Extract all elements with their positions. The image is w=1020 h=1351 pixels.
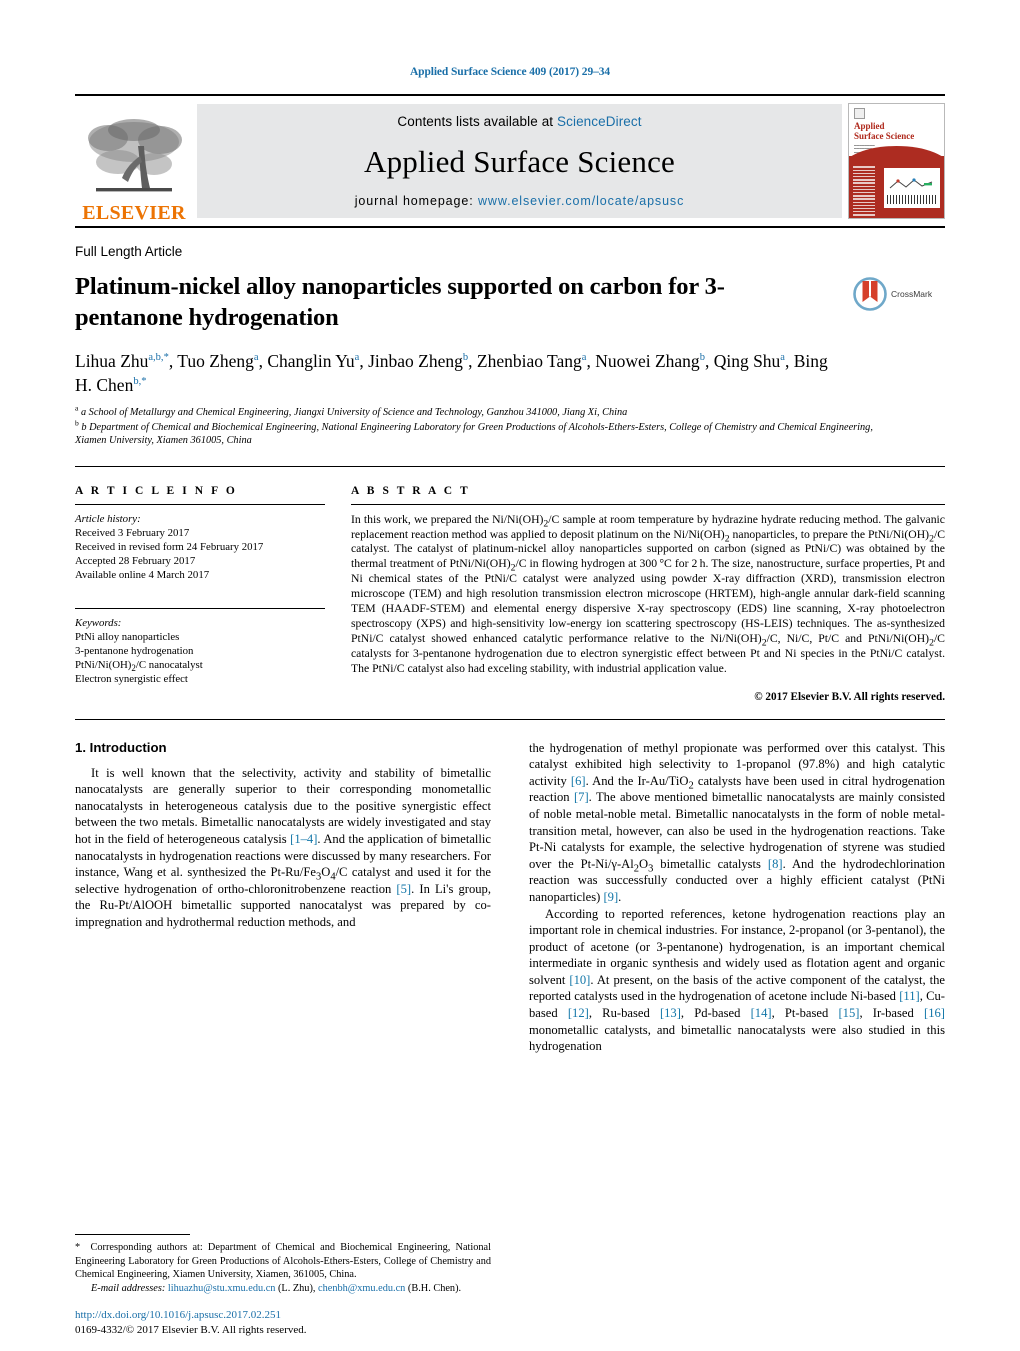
email-link-1[interactable]: lihuazhu@stu.xmu.edu.cn (168, 1283, 276, 1294)
homepage-url-link[interactable]: www.elsevier.com/locate/apsusc (478, 194, 684, 208)
keywords-block: Keywords: PtNi alloy nanoparticles 3-pent… (75, 616, 325, 686)
cover-figure-bars (887, 195, 937, 205)
paragraph: According to reported references, ketone… (529, 906, 945, 1054)
cover-bottom (849, 146, 944, 218)
cover-contents-lines (853, 166, 875, 217)
crossmark-icon (853, 277, 887, 311)
elsevier-logo: ELSEVIER (75, 96, 193, 226)
crossmark-badge[interactable]: CrossMark (853, 277, 947, 311)
divider-keywords (75, 607, 325, 609)
article-history: Article history: Received 3 February 201… (75, 512, 325, 582)
email-note: E-mail addresses: lihuazhu@stu.xmu.edu.c… (75, 1282, 491, 1295)
cover-title-line1: Applied (854, 121, 885, 131)
elsevier-tree-icon (88, 119, 182, 192)
crossmark-label: CrossMark (891, 289, 933, 299)
journal-masthead: ELSEVIER Contents lists available at Sci… (75, 94, 945, 228)
issn-copyright-line: 0169-4332/© 2017 Elsevier B.V. All right… (75, 1323, 307, 1336)
elsevier-wordmark: ELSEVIER (82, 202, 186, 224)
email-link-2[interactable]: chenbh@xmu.edu.cn (318, 1283, 405, 1294)
running-head: Applied Surface Science 409 (2017) 29–34 (409, 66, 611, 78)
affiliation-a: a a School of Metallurgy and Chemical En… (75, 403, 895, 419)
email-owner-1: (L. Zhu), (278, 1282, 316, 1294)
copyright-line: © 2017 Elsevier B.V. All rights reserved… (754, 690, 945, 703)
info-abstract-block: A R T I C L E I N F O Article history: R… (75, 485, 945, 703)
divider-below-abstract (75, 718, 945, 720)
keywords-list: PtNi alloy nanoparticles 3-pentanone hydr… (75, 630, 203, 685)
email-owner-2: (B.H. Chen). (407, 1282, 462, 1294)
journal-homepage-line: journal homepage: www.elsevier.com/locat… (355, 194, 684, 208)
abstract-column: A B S T R A C T In this work, we prepare… (325, 485, 945, 703)
keywords-label: Keywords: (75, 616, 122, 629)
doi-link[interactable]: http://dx.doi.org/10.1016/j.apsusc.2017.… (75, 1308, 495, 1323)
paragraph: the hydrogenation of methyl propionate w… (529, 740, 946, 904)
abstract-heading: A B S T R A C T (351, 484, 471, 497)
journal-article-page: Applied Surface Science 409 (2017) 29–34… (0, 0, 1020, 1351)
author-list: Lihua Zhua,b,*, Tuo Zhenga, Changlin Yua… (75, 351, 828, 395)
doi-block: http://dx.doi.org/10.1016/j.apsusc.2017.… (75, 1308, 495, 1337)
divider-above-info (75, 465, 945, 467)
divider-abstract (351, 503, 945, 505)
body-column-right: the hydrogenation of methyl propionate w… (529, 740, 945, 1055)
history-item: Accepted 28 February 2017 (75, 554, 196, 567)
page-title: Platinum-nickel alloy nanoparticles supp… (75, 273, 725, 331)
affiliation-b-text: b Department of Chemical and Biochemical… (75, 422, 873, 447)
journal-cover-thumbnail[interactable]: Applied Surface Science ▬▬▬▬▬▬▬▬▬▬▬▬▬▬▬▬… (848, 103, 945, 219)
email-label: E-mail addresses: (91, 1282, 166, 1294)
contents-available-line: Contents lists available at ScienceDirec… (397, 114, 641, 129)
section-heading-introduction: 1. Introduction (75, 739, 167, 755)
masthead-center-panel: Contents lists available at ScienceDirec… (197, 104, 842, 218)
title-block: Platinum-nickel alloy nanoparticles supp… (75, 271, 945, 333)
abstract-text: In this work, we prepared the Ni/Ni(OH)2… (351, 512, 945, 675)
cover-title-line2: Surface Science (854, 130, 915, 141)
journal-title: Applied Surface Science (363, 143, 676, 179)
article-info-heading: A R T I C L E I N F O (75, 484, 238, 497)
body-columns: 1. Introduction It is well known that th… (75, 740, 945, 1055)
paragraph: It is well known that the selectivity, a… (75, 765, 492, 929)
body-column-left: 1. Introduction It is well known that th… (75, 740, 491, 1055)
article-history-label: Article history: (75, 512, 141, 525)
cover-publisher-mark-icon (854, 108, 865, 119)
history-item: Received 3 February 2017 (75, 526, 190, 539)
divider-article-info (75, 503, 325, 505)
footnote-block: * Corresponding authors at: Department o… (75, 1234, 491, 1295)
footnote-divider (75, 1234, 190, 1236)
article-info-column: A R T I C L E I N F O Article history: R… (75, 485, 325, 703)
cover-figure-diagram-icon (889, 178, 933, 189)
history-item: Received in revised form 24 February 201… (75, 540, 264, 553)
cover-header-row (854, 108, 939, 119)
sciencedirect-link[interactable]: ScienceDirect (557, 114, 642, 129)
history-item: Available online 4 March 2017 (75, 568, 210, 581)
corresponding-author-note: * Corresponding authors at: Department o… (75, 1242, 491, 1281)
affiliation-marker-a: a (75, 403, 79, 413)
affiliation-marker-b: b (75, 418, 79, 428)
affiliation-a-text: a School of Metallurgy and Chemical Engi… (80, 407, 628, 418)
cover-figure-image (884, 168, 940, 209)
homepage-prefix: journal homepage: (354, 194, 478, 208)
article-type-label: Full Length Article (75, 244, 183, 259)
contents-prefix: Contents lists available at (397, 114, 558, 129)
affiliation-b: b b Department of Chemical and Biochemic… (75, 418, 895, 447)
cover-title: Applied Surface Science (854, 121, 939, 141)
